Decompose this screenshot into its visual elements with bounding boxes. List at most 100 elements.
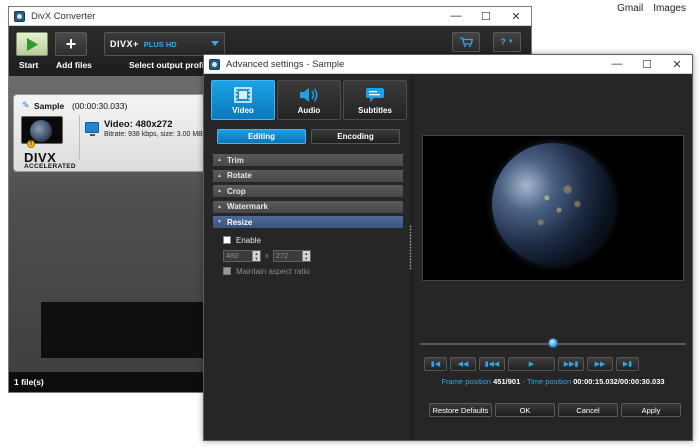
select-profile-label: Select output profile bbox=[129, 60, 212, 70]
help-button[interactable]: ? ▼ bbox=[493, 32, 521, 52]
section-rotate[interactable]: ▲ Rotate bbox=[213, 169, 403, 182]
accelerated-label: ACCELERATED bbox=[24, 163, 76, 170]
tab-audio[interactable]: Audio bbox=[277, 80, 341, 120]
maximize-icon[interactable]: ☐ bbox=[471, 7, 501, 25]
section-resize-label: Resize bbox=[226, 217, 253, 227]
transport-controls: ▮◀ ◀◀ ▮◀◀ ▶ ▶▶▮ ▶▶ ▶▮ bbox=[424, 357, 639, 371]
cart-button[interactable] bbox=[452, 32, 480, 52]
width-stepper[interactable]: 480 ▲ ▼ bbox=[223, 249, 261, 262]
minimize-icon[interactable]: — bbox=[441, 7, 471, 25]
settings-tabs: Video Audio Subtitles bbox=[211, 80, 407, 120]
triangle-right-icon: ▲ bbox=[217, 172, 222, 179]
speaker-icon bbox=[300, 88, 318, 102]
fast-forward-icon: ▶▶ bbox=[594, 361, 606, 368]
divx-app-icon bbox=[209, 58, 220, 70]
triangle-right-icon: ▲ bbox=[217, 157, 222, 163]
advanced-titlebar: Advanced settings - Sample — ☐ ✕ bbox=[204, 55, 692, 74]
close-icon[interactable]: ✕ bbox=[662, 55, 692, 73]
skip-to-end-button[interactable]: ▶▮ bbox=[616, 357, 639, 371]
section-watermark-label: Watermark bbox=[226, 202, 269, 211]
video-thumbnail[interactable] bbox=[21, 116, 63, 144]
skip-end-icon: ▶▮ bbox=[622, 361, 633, 368]
settings-pane: Video Audio Subtitles Editing Encoding ▲… bbox=[204, 74, 409, 440]
ok-button[interactable]: OK bbox=[495, 403, 555, 417]
stepper-arrows-icon[interactable]: ▲ ▼ bbox=[301, 250, 310, 261]
apply-button[interactable]: Apply bbox=[621, 403, 681, 417]
enable-resize-checkbox[interactable] bbox=[223, 236, 231, 244]
stepper-arrows-icon[interactable]: ▲ ▼ bbox=[252, 250, 260, 261]
height-stepper[interactable]: 272 ▲ ▼ bbox=[272, 249, 311, 262]
next-frame-button[interactable]: ▶▶▮ bbox=[558, 357, 584, 371]
images-link[interactable]: Images bbox=[653, 3, 686, 14]
maximize-icon[interactable]: ☐ bbox=[632, 55, 662, 73]
file-card[interactable]: ✎ Sample (00:00:30.033) ! DIVX ACCELERAT… bbox=[13, 94, 213, 172]
advanced-settings-window: Advanced settings - Sample — ☐ ✕ Video A… bbox=[203, 54, 693, 441]
tab-editing[interactable]: Editing bbox=[217, 129, 306, 144]
position-readout: Frame position 451/901 - Time position 0… bbox=[414, 377, 692, 386]
tab-video[interactable]: Video bbox=[211, 80, 275, 120]
previous-frame-button[interactable]: ▮◀◀ bbox=[479, 357, 505, 371]
triangle-right-icon: ▲ bbox=[217, 188, 222, 194]
close-icon[interactable]: ✕ bbox=[501, 7, 531, 25]
output-profile-dropdown[interactable]: DIVX+ PLUS HD bbox=[104, 32, 225, 56]
width-value: 480 bbox=[226, 251, 239, 260]
splitter-handle[interactable] bbox=[409, 225, 412, 270]
rewind-icon: ◀◀ bbox=[457, 361, 469, 368]
play-icon: ▶ bbox=[528, 361, 535, 368]
section-trim[interactable]: ▲ Trim bbox=[213, 154, 403, 166]
section-watermark[interactable]: ▲ Watermark bbox=[213, 200, 403, 213]
skip-to-start-button[interactable]: ▮◀ bbox=[424, 357, 447, 371]
section-rotate-label: Rotate bbox=[226, 171, 252, 180]
divx-app-icon bbox=[14, 10, 25, 22]
frame-position-value: 451/901 bbox=[493, 377, 521, 386]
editing-sections: ▲ Trim ▲ Rotate ▲ Crop ▲ Watermark ▼ Resize bbox=[213, 154, 403, 232]
earth-image bbox=[492, 143, 614, 265]
tab-encoding[interactable]: Encoding bbox=[311, 129, 400, 144]
preview-pane: ▮◀ ◀◀ ▮◀◀ ▶ ▶▶▮ ▶▶ ▶▮ Frame position 451… bbox=[414, 74, 692, 440]
section-resize[interactable]: ▼ Resize bbox=[213, 216, 403, 228]
readout-separator: - bbox=[522, 377, 525, 386]
card-divider bbox=[79, 115, 80, 160]
seek-slider-thumb[interactable] bbox=[548, 338, 558, 348]
cancel-button[interactable]: Cancel bbox=[558, 403, 618, 417]
tab-video-label: Video bbox=[232, 106, 254, 115]
preview-panel bbox=[41, 302, 211, 358]
help-icon: ? bbox=[500, 37, 506, 47]
add-files-button[interactable]: + bbox=[55, 32, 87, 56]
tab-subtitles[interactable]: Subtitles bbox=[343, 80, 407, 120]
restore-defaults-button[interactable]: Restore Defaults bbox=[429, 403, 492, 417]
dimension-separator: x bbox=[265, 251, 269, 260]
resize-options: Enable 480 ▲ ▼ x 272 ▲ ▼ Maintain aspect r… bbox=[223, 234, 403, 277]
edit-pen-icon[interactable]: ✎ bbox=[22, 100, 30, 111]
minimize-icon[interactable]: — bbox=[602, 55, 632, 73]
enable-resize-label: Enable bbox=[236, 235, 261, 245]
profile-brand: DIVX+ bbox=[110, 39, 139, 49]
add-files-label: Add files bbox=[56, 60, 92, 70]
gmail-link[interactable]: Gmail bbox=[617, 3, 643, 14]
video-preview bbox=[422, 135, 684, 281]
fast-forward-button[interactable]: ▶▶ bbox=[587, 357, 613, 371]
maintain-aspect-checkbox[interactable] bbox=[223, 267, 231, 275]
main-window-title: DivX Converter bbox=[31, 10, 96, 22]
file-duration: (00:00:30.033) bbox=[72, 101, 128, 111]
file-count: 1 file(s) bbox=[14, 377, 44, 387]
start-button[interactable] bbox=[16, 32, 48, 56]
advanced-window-title: Advanced settings - Sample bbox=[226, 58, 345, 70]
dialog-buttons: Restore Defaults OK Cancel Apply bbox=[429, 403, 681, 417]
skip-start-icon: ▮◀ bbox=[430, 361, 441, 368]
previous-frame-icon: ▮◀◀ bbox=[484, 361, 500, 368]
info-icon[interactable]: ! bbox=[27, 140, 35, 148]
height-value: 272 bbox=[275, 251, 289, 260]
play-icon bbox=[27, 37, 38, 51]
time-position-label: Time position bbox=[526, 377, 572, 386]
help-chevron-icon: ▼ bbox=[507, 39, 514, 45]
section-crop[interactable]: ▲ Crop bbox=[213, 185, 403, 197]
play-button[interactable]: ▶ bbox=[508, 357, 555, 371]
cart-icon bbox=[459, 37, 473, 47]
monitor-icon bbox=[85, 122, 99, 136]
time-position-value: 00:00:15.032/00:00:30.033 bbox=[573, 377, 665, 386]
rewind-button[interactable]: ◀◀ bbox=[450, 357, 476, 371]
triangle-down-icon: ▼ bbox=[217, 219, 222, 225]
bitrate-info: Bitrate: 938 kbps, size: 3.00 MB bbox=[104, 131, 203, 138]
plus-icon: + bbox=[65, 33, 77, 54]
